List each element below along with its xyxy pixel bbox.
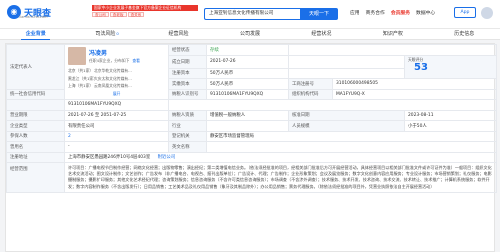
list-item[interactable]: 上海（共1家） 云南凤凰文化传媒有... [68,83,165,89]
legal-rep-view-link[interactable]: 查看 [132,58,140,63]
org-code-label: 组织机构代码 [288,88,333,100]
industry-value [206,120,289,132]
english-name-value [206,141,497,153]
promo-tag[interactable]: 查关系 [127,12,145,17]
address-label: 注册地址 [6,151,65,163]
business-scope-value: 许可项目：广播电视节目制作经营；网络文化经营；出版物零售；演出经纪；第二类增值电… [64,162,497,193]
search-input[interactable]: 上海亚钊信息文化传播有限公司 [204,8,300,20]
legal-rep-summary: 任职4家企业，分布如下 [89,58,130,63]
found-date-blank [288,55,405,69]
list-item[interactable]: 黑龙江（共1家） 大庆太和文化传媒有... [68,76,165,82]
term-value: 2021-07-26 至 2051-07-25 [64,109,169,121]
address-value: 上海市静安区愚园路246弄10号4层403室 [68,155,151,161]
tab-intellectual-property[interactable]: 知识产权 [357,29,428,39]
credit-code-value: 91310106MA1FYU9QXQ [64,99,169,111]
tianyan-score-label: 天眼评分 [408,57,424,62]
tab-operating-status[interactable]: 经营状况 [286,29,357,39]
staff-size-label: 人员规模 [288,120,405,132]
approve-date-label: 核准日期 [288,109,405,121]
status-value: 存续 [206,44,289,56]
promo-tag[interactable]: 查公司 [92,12,109,17]
approve-date-value: 2023-08-11 [404,109,497,121]
taxpayer-label: 纳税人资质 [168,109,207,121]
business-info-panel: 法定代表人 冯凌男 任职4家企业，分布如下 查看 北京（共1家） 北京华乾文化传媒有… [5,43,497,252]
found-date-value: 2021-07-26 [206,55,289,69]
promo-tag-strip: 国家中小企业发展子基金旗下官方备案企业征信机构 查公司 查老板 查关系 [92,5,198,22]
former-name-value: - [64,141,169,153]
business-info-table: 法定代表人 冯凌男 任职4家企业，分布如下 查看 北京（共1家） 北京华乾文化传媒有… [6,44,497,193]
legal-rep-company-list: 北京（共1家） 北京华乾文化传媒有... 黑龙江（共1家） 大庆太和文化传媒有...… [68,68,165,89]
credit-code-label-row [6,99,65,111]
status-label: 经营状态 [168,44,207,56]
nav-apps[interactable]: 应用 [350,9,360,16]
tab-enterprise-background[interactable]: 企业背景 [0,29,71,40]
company-type-value: 有限责任公司 [64,120,169,132]
legal-rep-avatar [68,47,86,65]
term-label: 营业期限 [6,109,65,121]
paid-capital-value: 50万人民币 [206,78,289,90]
authority-label: 登记机关 [168,130,207,142]
tianyan-score-cell[interactable]: 天眼评分 53 [404,55,497,79]
user-avatar[interactable] [481,7,493,19]
authority-value: 静安区市场监督管理局 [206,130,497,142]
tax-id-label: 纳税人识别号 [168,88,207,100]
tab-judicial-risk[interactable]: 司法风险0 [71,29,142,39]
address-cell: 上海市静安区愚园路246弄10号4层403室 附近公司 [64,151,497,163]
reg-no-label: 工商注册号 [288,78,333,90]
tax-id-value: 91310106MA1FYU9QXQ [206,88,289,100]
legal-rep-cell: 冯凌男 任职4家企业，分布如下 查看 北京（共1家） 北京华乾文化传媒有... 黑龙… [64,44,169,100]
taxpayer-value: 增值税一般纳税人 [206,109,289,121]
credit-code-blank [168,99,497,111]
top-header: ◉ 天眼查 TianYanCha.com 国家中小企业发展子基金旗下官方备案企业… [0,0,500,29]
legal-rep-expand-link[interactable]: 展开 [68,91,165,97]
tab-history[interactable]: 历史信息 [429,29,500,39]
reg-no-value: 310106000498505 [332,78,497,90]
logo-subtitle: TianYanCha.com [18,15,48,19]
status-blank [288,44,497,56]
nav-business[interactable]: 商务合作 [366,9,385,16]
reg-capital-blank [288,67,405,79]
paid-capital-label: 实缴资本 [168,78,207,90]
section-tabs: 企业背景 司法风险0 经营风险 公司发展 经营状况 知识产权 历史信息 [0,29,500,40]
industry-label: 行业 [168,120,207,132]
list-item[interactable]: 北京（共1家） 北京华乾文化传媒有... [68,68,165,74]
found-date-label: 成立日期 [168,55,207,69]
reg-capital-label: 注册资本 [168,67,207,79]
tianyan-score-value: 53 [414,61,428,73]
staff-size-value: 小于50人 [404,120,497,132]
reg-capital-value: 50万人民币 [206,67,289,79]
org-code-value: MA1FYU9Q-X [332,88,497,100]
insured-value[interactable]: 2 [64,130,169,142]
english-name-label: 英文名称 [168,141,207,153]
nearby-companies-link[interactable]: 附近公司 [158,155,176,160]
promo-tag[interactable]: 查老板 [109,12,127,17]
tab-operating-risk[interactable]: 经营风险 [143,29,214,39]
nav-data-center[interactable]: 数据中心 [416,9,435,16]
nav-vip[interactable]: 会员服务 [391,9,410,16]
business-scope-label: 经营范围 [6,162,65,193]
tab-count-badge: 0 [116,31,119,36]
promo-tag-title: 国家中小企业发展子基金旗下官方备案企业征信机构 [92,5,198,11]
app-download-button[interactable]: App [454,7,476,18]
insured-label: 参保人数 [6,130,65,142]
search-button[interactable]: 天眼一下 [300,8,338,20]
company-type-label: 企业类型 [6,120,65,132]
legal-rep-name[interactable]: 冯凌男 [89,50,107,57]
tab-company-development[interactable]: 公司发展 [214,29,285,39]
top-nav: 应用 商务合作 会员服务 数据中心 [350,9,441,16]
credit-code-label: 统一社会信用代码 [6,88,65,100]
legal-rep-label: 法定代表人 [6,44,65,90]
former-name-label: 曾用名 [6,141,65,153]
